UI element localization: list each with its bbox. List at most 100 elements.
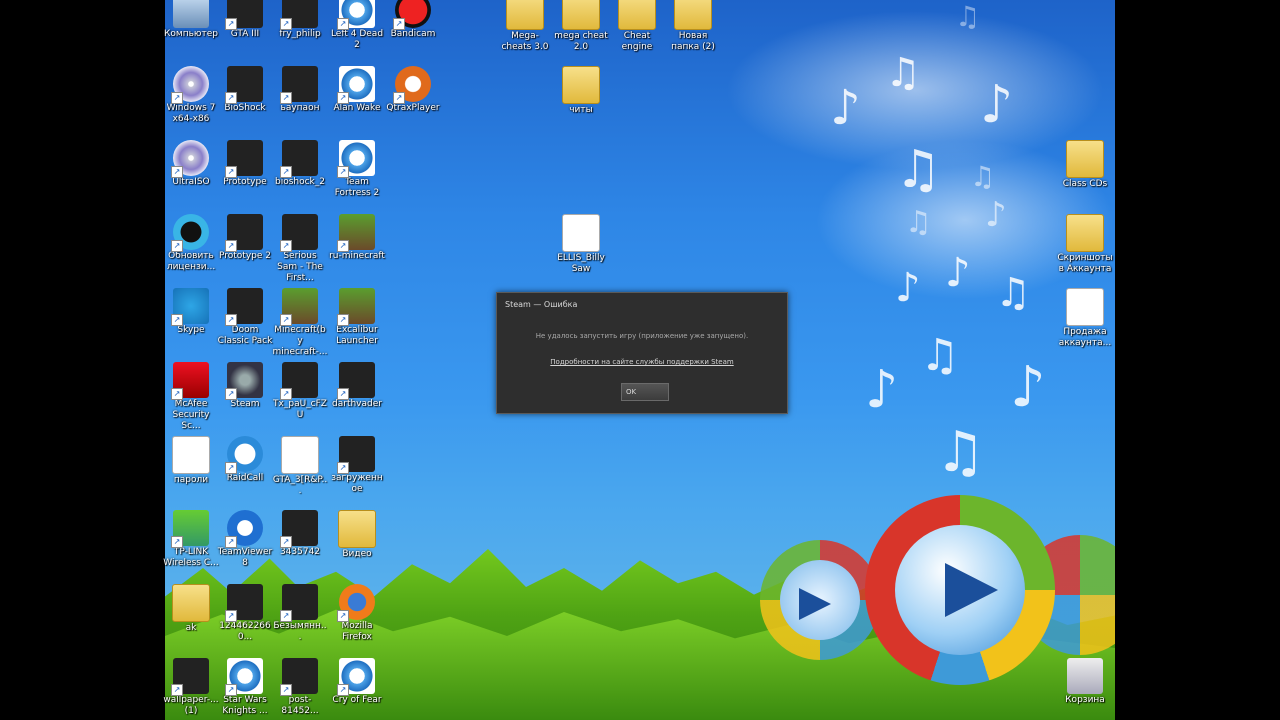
desktop-icon[interactable]: GTA_3[R&P... [272, 436, 328, 497]
desktop-icon[interactable]: ↗ UltraISO [163, 140, 219, 188]
desktop-icon-label: ru-minecraft [329, 251, 385, 261]
shortcut-arrow-icon: ↗ [337, 314, 349, 326]
ok-button[interactable]: OK [621, 383, 669, 401]
desktop-icon[interactable]: ↗ загруженное [329, 436, 385, 495]
folder-icon [562, 0, 600, 30]
desktop-icon[interactable]: ↗ Prototype [217, 140, 273, 188]
skype-icon: ↗ [171, 288, 209, 326]
folder-icon [562, 66, 600, 104]
desktop-icon-label: Skype [177, 325, 205, 335]
desktop-icon[interactable]: ↗ wallpaper-... (1) [163, 658, 219, 717]
desktop-icon[interactable]: ↗ TP-LINK Wireless C... [163, 510, 219, 569]
teamviewer-icon: ↗ [225, 510, 263, 548]
desktop-icon-label: Prototype 2 [218, 251, 271, 261]
desktop-icon[interactable]: Корзина [1057, 658, 1113, 706]
document-icon [281, 436, 319, 474]
desktop-icon[interactable]: ↗ post-81452... [272, 658, 328, 717]
music-note-decoration: ♫ [955, 0, 981, 33]
desktop-icon[interactable]: читы [553, 66, 609, 116]
mcafee-icon: ↗ [171, 362, 209, 400]
desktop-icon[interactable]: Компьютер [163, 0, 219, 40]
desktop-icon[interactable]: ↗ Skype [163, 288, 219, 336]
desktop-icon[interactable]: ak [163, 584, 219, 634]
desktop-icon[interactable]: mega cheat 2.0 [553, 0, 609, 53]
desktop-icon[interactable]: Продажа аккаунта... [1057, 288, 1113, 349]
image-icon: ↗ [171, 658, 209, 696]
desktop-icon[interactable]: ↗ Обновить лицензи... [163, 214, 219, 273]
desktop-icon[interactable]: ↗ Prototype 2 [217, 214, 273, 262]
desktop-icon[interactable]: ↗ Doom Classic Pack [217, 288, 273, 347]
update-icon: ↗ [171, 214, 209, 252]
shortcut-arrow-icon: ↗ [225, 166, 237, 178]
desktop-icon[interactable]: ↗ BioShock [217, 66, 273, 114]
desktop-icon[interactable]: ↗ Team Fortress 2 [329, 140, 385, 199]
desktop-icon-label: Star Wars Knights ... [222, 695, 268, 716]
desktop-icon[interactable]: Видео [329, 510, 385, 560]
desktop-icon[interactable]: ↗ RaidCall [217, 436, 273, 484]
image-icon: ↗ [280, 658, 318, 696]
desktop-icon[interactable]: Class CDs [1057, 140, 1113, 190]
wifi-icon: ↗ [171, 510, 209, 548]
desktop-icon[interactable]: ↗ Serious Sam - The First... [272, 214, 328, 284]
desktop-icon[interactable]: ELLIS_Billy Saw [553, 214, 609, 275]
desktop-icon[interactable]: ↗ bioshock_2 [272, 140, 328, 188]
desktop-icon[interactable]: пароли [163, 436, 219, 486]
desktop-icon-label: Prototype [223, 177, 267, 187]
desktop-icon[interactable]: ↗ Alan Wake [329, 66, 385, 114]
image-icon: ↗ [280, 140, 318, 178]
word-doc-icon [172, 436, 210, 474]
desktop-icon[interactable]: ↗ TeamViewer 8 [217, 510, 273, 569]
desktop-icon[interactable]: ↗ Star Wars Knights ... [217, 658, 273, 717]
minecraft-icon: ↗ [337, 214, 375, 252]
desktop-icon[interactable]: ↗ Excalibur Launcher [329, 288, 385, 347]
desktop-icon-label: RaidCall [226, 473, 264, 483]
desktop-icon[interactable]: ↗ darthvader [329, 362, 385, 410]
desktop-icon[interactable]: ↗ McAfee Security Sc... [163, 362, 219, 432]
shortcut-arrow-icon: ↗ [171, 684, 183, 696]
desktop-icon[interactable]: ↗ Mozilla Firefox [329, 584, 385, 643]
desktop-icon[interactable]: ↗ ьаупаон [272, 66, 328, 114]
desktop-icon[interactable]: ↗ Cry of Fear [329, 658, 385, 706]
desktop-icon-label: Видео [342, 549, 372, 559]
desktop-icon-label: Продажа аккаунта... [1058, 327, 1112, 348]
desktop-icon[interactable]: ↗ fry_philip [272, 0, 328, 40]
desktop-icon[interactable]: ↗ Windows 7 x64-x86 [163, 66, 219, 125]
desktop-icon[interactable]: ↗ Tx_paU_cFZU [272, 362, 328, 421]
recycle-bin-icon [1067, 658, 1103, 694]
shortcut-arrow-icon: ↗ [171, 388, 183, 400]
desktop-icon[interactable]: ↗ Left 4 Dead 2 [329, 0, 385, 51]
desktop-icon[interactable]: Mega-cheats 3.0 [497, 0, 553, 53]
desktop-icon[interactable]: Новая папка (2) [665, 0, 721, 53]
desktop-icon[interactable]: ↗ Безымянн... [272, 584, 328, 643]
disc-icon: ↗ [171, 140, 209, 178]
desktop-icon-label: ELLIS_Billy Saw [557, 253, 605, 274]
folder-icon [338, 510, 376, 548]
computer-icon [173, 0, 209, 28]
desktop-icon[interactable]: Cheat engine [609, 0, 665, 53]
support-link[interactable]: Подробности на сайте службы поддержки St… [497, 358, 787, 366]
desktop-icon-label: Left 4 Dead 2 [330, 29, 384, 50]
desktop-icon[interactable]: ↗ GTA III [217, 0, 273, 40]
disc-icon: ↗ [171, 66, 209, 104]
desktop-icon[interactable]: ↗ Bandicam [385, 0, 441, 40]
game-icon: ↗ [225, 66, 263, 104]
desktop-icon[interactable]: ↗ 1244622660... [217, 584, 273, 643]
shortcut-arrow-icon: ↗ [171, 536, 183, 548]
steam-error-dialog[interactable]: Steam — Ошибка Не удалось запустить игру… [496, 292, 788, 414]
desktop-icon-label: darthvader [332, 399, 382, 409]
shortcut-arrow-icon: ↗ [337, 610, 349, 622]
image-icon: ↗ [280, 0, 318, 30]
desktop-icon[interactable]: ↗ Minecraft(by minecraft-... [272, 288, 328, 358]
desktop-icon-label: TeamViewer 8 [217, 547, 273, 568]
desktop-icon-label: Team Fortress 2 [334, 177, 380, 198]
minecraft-icon: ↗ [280, 288, 318, 326]
desktop-icon[interactable]: ↗ QtraxPlayer [385, 66, 441, 114]
desktop-icon-label: fry_philip [279, 29, 321, 39]
desktop-icon[interactable]: ↗ Steam [217, 362, 273, 410]
steam-icon: ↗ [225, 362, 263, 400]
shortcut-arrow-icon: ↗ [225, 388, 237, 400]
desktop-icon[interactable]: Скриншоты в Аккаунта [1057, 214, 1113, 275]
desktop-icon-label: Alan Wake [333, 103, 381, 113]
desktop-icon[interactable]: ↗ 3435742 [272, 510, 328, 558]
desktop-icon[interactable]: ↗ ru-minecraft [329, 214, 385, 262]
